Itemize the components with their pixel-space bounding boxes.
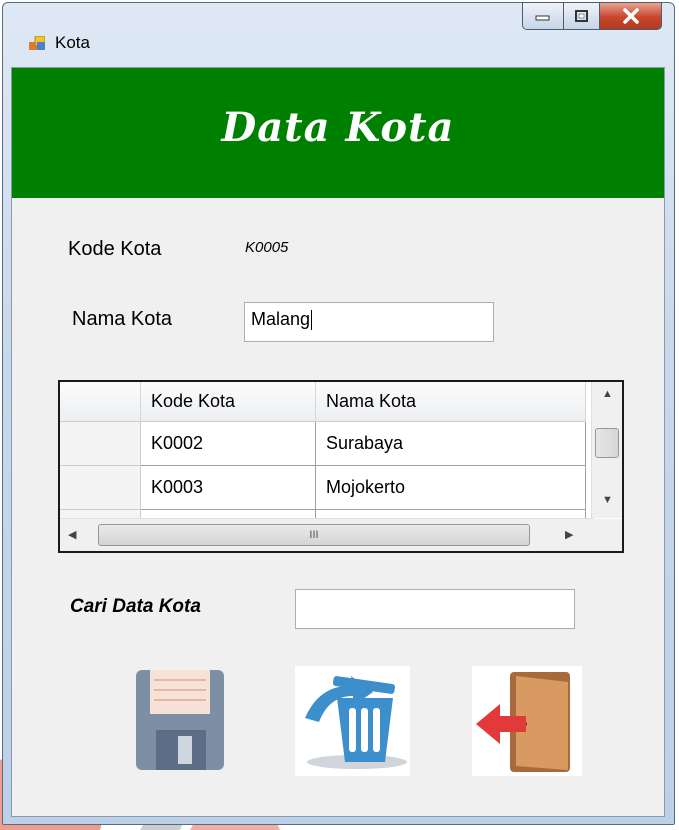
- grid-corner-header[interactable]: [60, 382, 141, 422]
- exit-door-icon: [472, 666, 582, 776]
- horizontal-scroll-thumb[interactable]: III: [98, 524, 530, 546]
- minimize-icon: [535, 15, 550, 21]
- trash-can-icon: [295, 666, 410, 776]
- scroll-down-icon[interactable]: ▼: [602, 494, 613, 506]
- title-bar[interactable]: Kota: [3, 2, 674, 67]
- search-label: Cari Data Kota: [70, 596, 201, 617]
- text-caret: [311, 310, 313, 331]
- scrollbar-corner: [592, 519, 622, 551]
- header-banner: Data Kota: [12, 68, 664, 198]
- kode-kota-label: Kode Kota: [68, 238, 162, 260]
- scroll-right-icon[interactable]: ▶: [565, 528, 573, 541]
- nama-kota-input[interactable]: Malang: [244, 302, 494, 342]
- table-cell[interactable]: K0002: [141, 422, 316, 466]
- app-window: Kota Data Kota Kode Kota K0005 Nama Kota…: [2, 2, 675, 825]
- vertical-scrollbar[interactable]: ▲ ▼: [591, 382, 622, 518]
- scroll-grip: III: [309, 529, 319, 541]
- nama-kota-input-value: Malang: [251, 309, 311, 329]
- scroll-left-icon[interactable]: ◀: [68, 528, 76, 541]
- search-input[interactable]: [295, 589, 575, 629]
- table-cell[interactable]: K0003: [141, 466, 316, 510]
- maximize-button[interactable]: [564, 2, 600, 30]
- window-controls: [522, 2, 662, 32]
- header-title: Data Kota: [221, 104, 455, 151]
- delete-button[interactable]: [295, 666, 410, 776]
- minimize-button[interactable]: [522, 2, 564, 30]
- kode-kota-value: K0005: [245, 239, 289, 256]
- table-cell[interactable]: Surabaya: [316, 422, 586, 466]
- vertical-scroll-thumb[interactable]: [595, 428, 619, 458]
- row-header[interactable]: [60, 422, 141, 466]
- exit-button[interactable]: [472, 666, 582, 776]
- column-header-kode[interactable]: Kode Kota: [141, 382, 316, 422]
- window-title: Kota: [55, 33, 90, 52]
- column-header-nama[interactable]: Nama Kota: [316, 382, 586, 422]
- row-header[interactable]: [60, 466, 141, 510]
- city-data-grid[interactable]: Kode Kota Nama Kota K0002 Surabaya K0003…: [58, 380, 624, 553]
- close-button[interactable]: [600, 2, 662, 30]
- table-cell[interactable]: Mojokerto: [316, 466, 586, 510]
- form-client-area: Data Kota Kode Kota K0005 Nama Kota Mala…: [11, 67, 665, 817]
- close-icon: [622, 8, 639, 24]
- nama-kota-label: Nama Kota: [72, 308, 173, 330]
- maximize-icon: [574, 10, 588, 22]
- save-button[interactable]: [128, 668, 233, 773]
- scroll-up-icon[interactable]: ▲: [602, 388, 613, 400]
- floppy-disk-icon: [136, 670, 224, 770]
- app-icon: [29, 36, 45, 50]
- horizontal-scrollbar[interactable]: ◀ III ▶: [60, 518, 594, 551]
